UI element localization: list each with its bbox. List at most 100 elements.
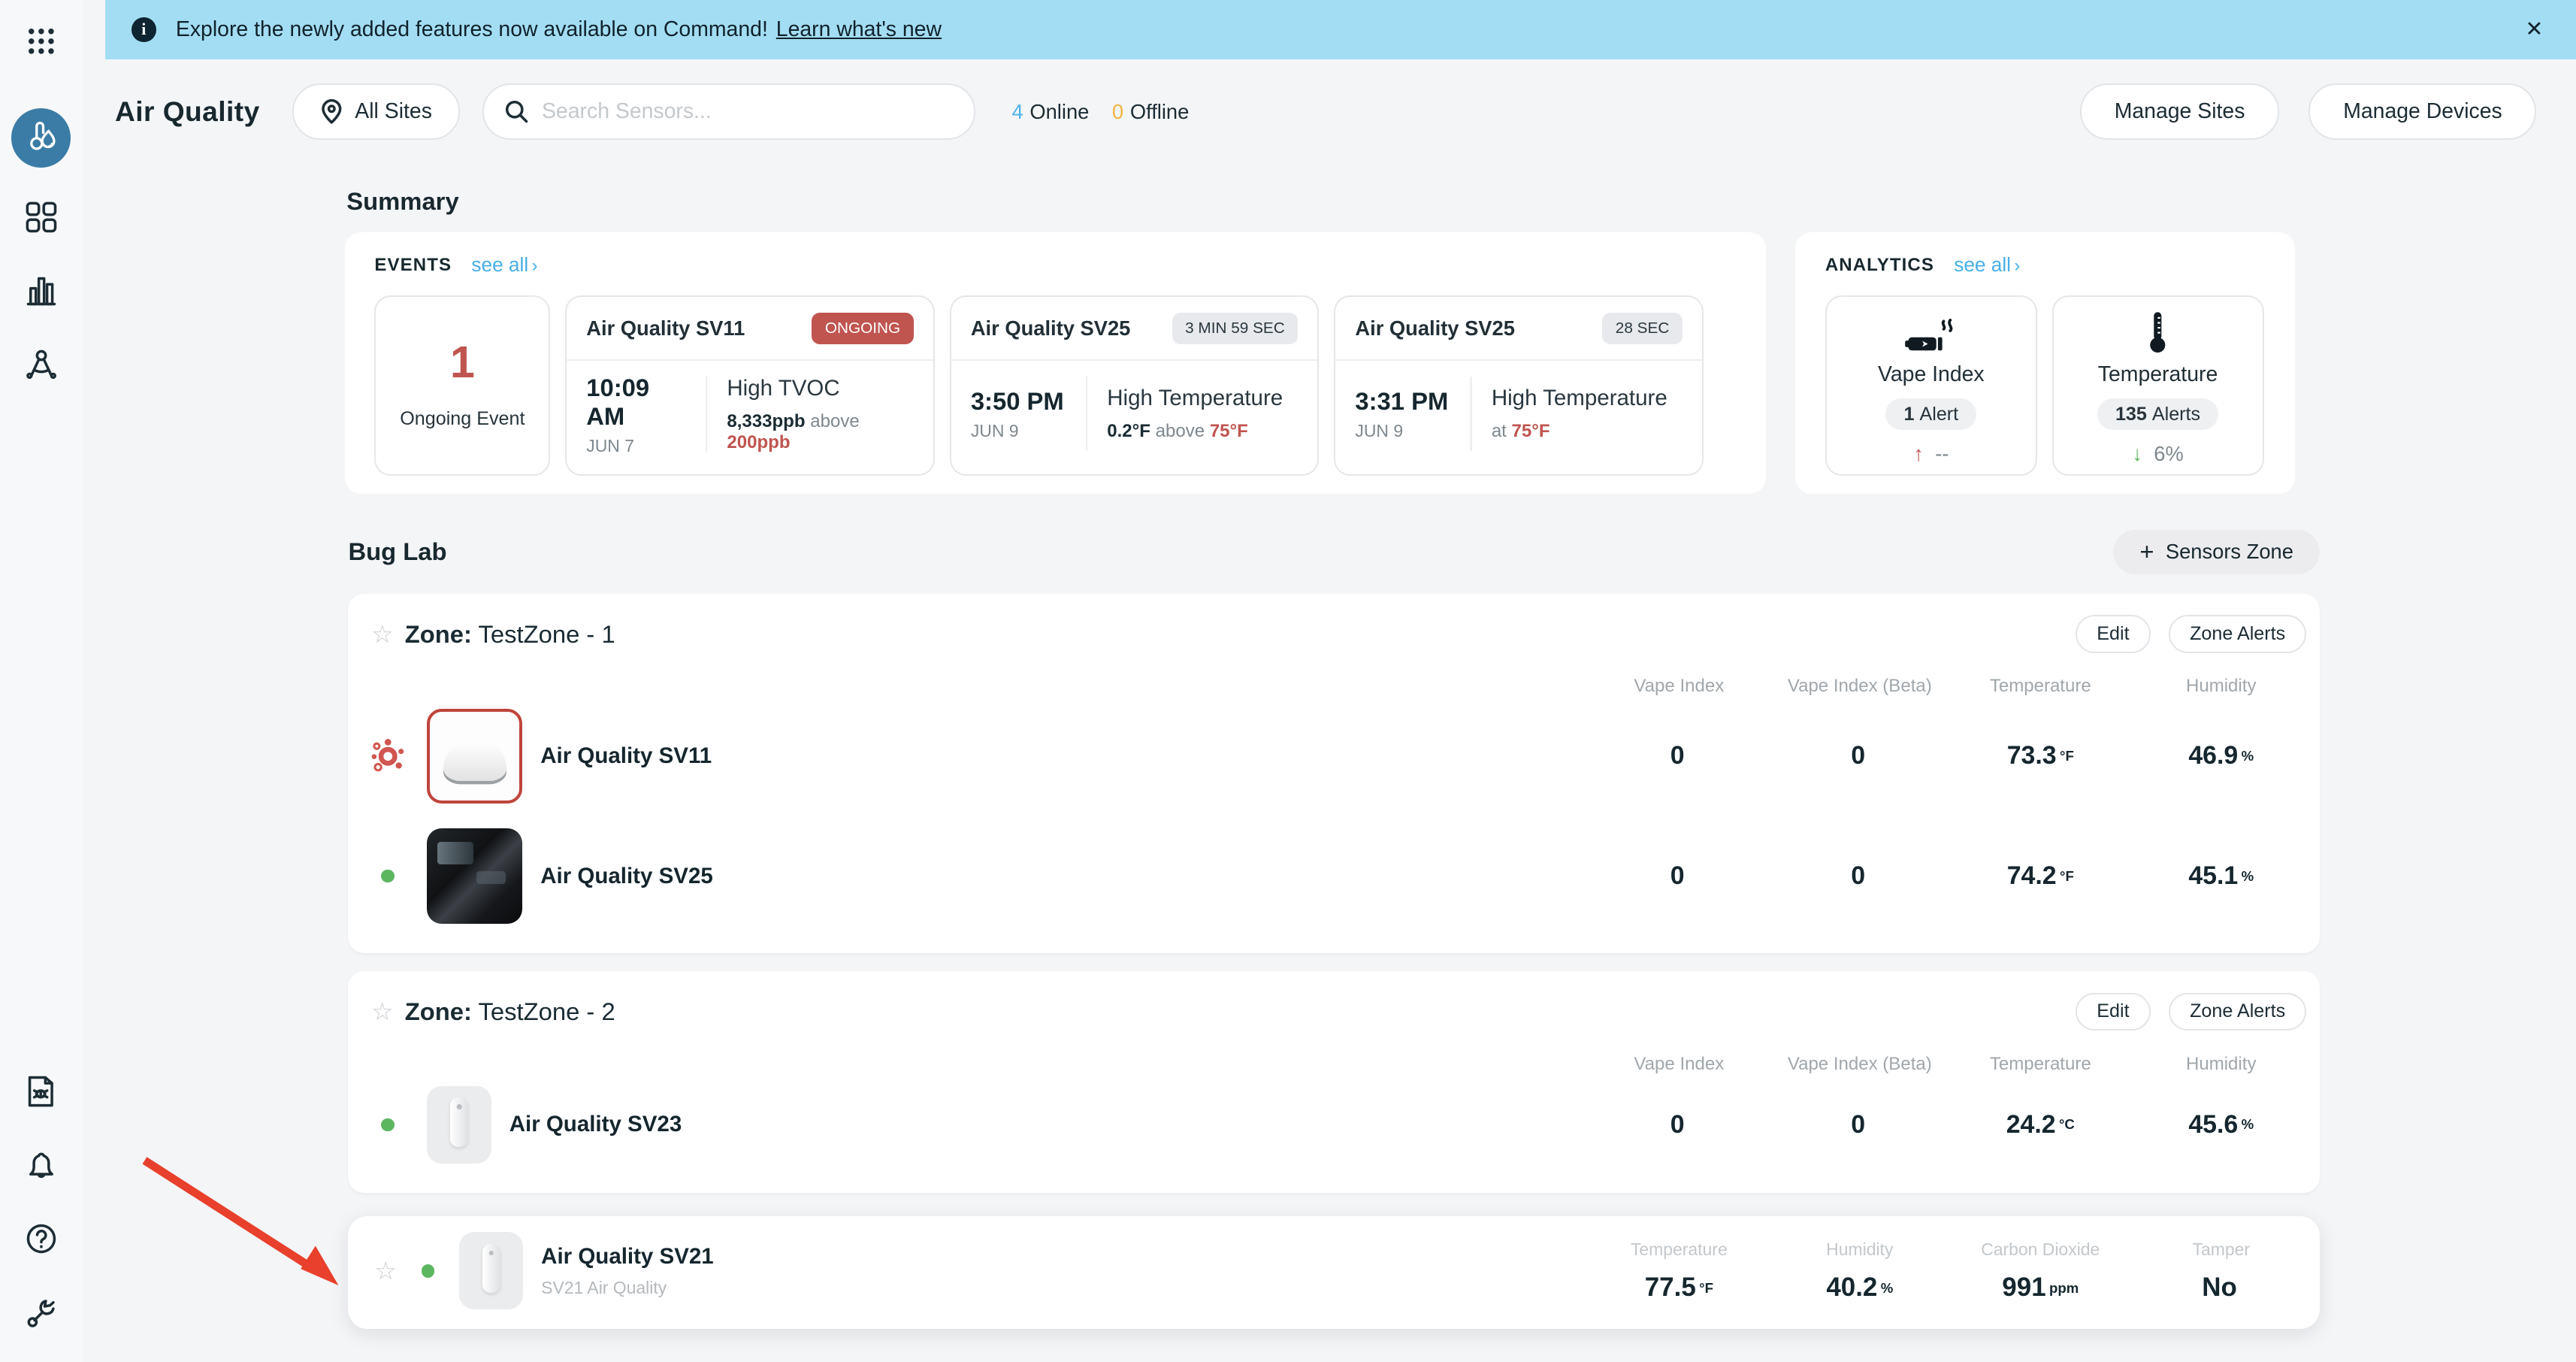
thermometer-icon (2146, 313, 2169, 356)
analytics-see-all-link[interactable]: see all› (1954, 253, 2020, 277)
device-row-sv21-highlighted[interactable]: ☆ Air Quality SV21 SV21 Air Quality Temp… (348, 1216, 2319, 1330)
apps-grid-icon-glyph (25, 25, 58, 58)
event-card-body: 3:50 PM JUN 9 High Temperature 0.2°F abo… (951, 361, 1318, 474)
search-icon (504, 99, 529, 124)
sidebar-item-analytics[interactable] (17, 266, 66, 316)
device-metrics: 0 0 74.2°F 45.1% (1589, 861, 2311, 891)
metric-value: 0 (1589, 1110, 1769, 1140)
zone-title: Zone: TestZone - 1 (405, 620, 615, 649)
event-time: 10:09 AM JUN 7 (586, 374, 686, 456)
device-subtitle: SV21 Air Quality (541, 1278, 714, 1298)
sidebar-item-settings[interactable] (17, 1288, 66, 1338)
metric-value: 0 (1770, 741, 1950, 770)
analytics-cards: Vape Index 1 Alert ↑-- (1825, 295, 2266, 476)
ongoing-event-counter-card[interactable]: 1 Ongoing Event (374, 295, 550, 476)
zone-edit-button[interactable]: Edit (2076, 615, 2151, 652)
zone-alerts-button[interactable]: Zone Alerts (2169, 615, 2307, 652)
event-card[interactable]: Air Quality SV25 3 MIN 59 SEC 3:50 PM JU… (950, 295, 1320, 476)
sidebar-item-design[interactable] (17, 340, 66, 389)
page-title: Air Quality (115, 95, 260, 128)
column-header: Vape Index (1589, 1054, 1769, 1075)
device-row-sv25[interactable]: Air Quality SV25 0 0 74.2°F 45.1% (348, 817, 2319, 937)
header-actions: Manage Sites Manage Devices (2080, 83, 2537, 139)
star-icon[interactable]: ☆ (374, 1257, 396, 1285)
metric-value: 0 (1770, 1110, 1950, 1140)
column-header: Temperature (1950, 1054, 2130, 1075)
metric-value: 73.3°F (1950, 741, 2130, 770)
sidebar-item-air-quality-selected[interactable] (11, 108, 71, 168)
site-section-header: Bug Lab + Sensors Zone (348, 530, 2319, 574)
info-icon: i (132, 17, 156, 42)
divider (706, 377, 707, 452)
add-sensors-zone-button[interactable]: + Sensors Zone (2113, 530, 2319, 574)
manage-sites-button[interactable]: Manage Sites (2080, 83, 2279, 139)
chevron-right-icon: › (532, 256, 538, 276)
location-pin-icon (320, 98, 343, 125)
trend-indicator: ↓6% (2132, 442, 2183, 466)
zone-title: Zone: TestZone - 2 (405, 997, 615, 1026)
wrench-icon (24, 1296, 59, 1330)
event-time: 3:50 PM JUN 9 (971, 387, 1066, 441)
device-status (348, 870, 427, 882)
device-metrics: 0 0 24.2°C 45.6% (1589, 1110, 2311, 1140)
event-card[interactable]: Air Quality SV25 28 SEC 3:31 PM JUN 9 Hi… (1334, 295, 1704, 476)
sidebar-item-dashboard[interactable] (17, 192, 66, 242)
event-card[interactable]: Air Quality SV11 ONGOING 10:09 AM JUN 7 … (565, 295, 935, 476)
device-name: Air Quality SV25 (540, 864, 713, 889)
event-detail: High Temperature 0.2°F above 75°F (1107, 386, 1283, 442)
alert-count-badge: 1 Alert (1885, 398, 1976, 430)
events-label: EVENTS (374, 255, 452, 276)
device-row-sv23[interactable]: Air Quality SV23 0 0 24.2°C 45.6% (348, 1075, 2319, 1177)
dashboard-icon (24, 200, 59, 235)
event-detail: High Temperature at 75°F (1492, 386, 1667, 442)
star-icon[interactable]: ☆ (371, 997, 393, 1026)
ongoing-event-count: 1 (450, 340, 475, 385)
event-duration-badge: 3 MIN 59 SEC (1172, 313, 1299, 344)
analytics-metric-name: Temperature (2098, 362, 2218, 387)
vape-icon (1903, 313, 1959, 356)
zone-actions: Edit Zone Alerts (2076, 993, 2306, 1031)
vape-index-card[interactable]: Vape Index 1 Alert ↑-- (1825, 295, 2037, 476)
device-row-sv11[interactable]: Air Quality SV11 0 0 73.3°F 46.9% (348, 697, 2319, 817)
manage-devices-button[interactable]: Manage Devices (2308, 83, 2536, 139)
offline-count: 0Offline (1112, 100, 1189, 124)
analytics-panel-head: ANALYTICS see all› (1825, 253, 2266, 277)
column-header: Temperature (1950, 676, 2130, 697)
metric-value: 74.2°F (1950, 861, 2130, 891)
device-status (348, 1118, 427, 1131)
event-card-body: 3:31 PM JUN 9 High Temperature at 75°F (1335, 361, 1702, 474)
site-filter-button[interactable]: All Sites (292, 83, 459, 139)
zone-edit-button[interactable]: Edit (2076, 993, 2151, 1031)
device-thumbnail (427, 709, 522, 804)
learn-whats-new-link[interactable]: Learn what's new (776, 17, 942, 42)
main-content: Air Quality All Sites (82, 59, 2576, 1362)
column-header: Humidity (2131, 676, 2311, 697)
zone-header: ☆ Zone: TestZone - 2 Edit Zone Alerts (348, 971, 2319, 1031)
online-status-dot (422, 1264, 434, 1277)
trend-indicator: ↑-- (1913, 442, 1949, 466)
metric: Carbon Dioxide991ppm (1950, 1239, 2130, 1303)
events-see-all-link[interactable]: see all› (471, 253, 537, 277)
sidebar-item-help[interactable] (17, 1215, 66, 1264)
plus-icon: + (2139, 540, 2154, 564)
online-status-dot (381, 1118, 394, 1131)
star-icon[interactable]: ☆ (371, 620, 393, 649)
temperature-card[interactable]: Temperature 135 Alerts ↓6% (2052, 295, 2264, 476)
sidebar-item-notifications[interactable] (17, 1140, 66, 1190)
close-icon[interactable]: ✕ (2515, 14, 2553, 46)
sidebar-item-bug-report[interactable] (17, 1067, 66, 1116)
summary-heading: Summary (346, 187, 2576, 216)
divider (1470, 377, 1471, 451)
analytics-metric-name: Vape Index (1878, 362, 1985, 387)
event-device-name: Air Quality SV11 (586, 316, 745, 340)
air-quality-dashboard: i Explore the newly added features now a… (0, 0, 2576, 1362)
zone-alerts-button[interactable]: Zone Alerts (2169, 993, 2307, 1031)
metric-value: 0 (1770, 861, 1950, 891)
device-thumbnail (427, 828, 522, 924)
column-header: Humidity (2131, 1054, 2311, 1075)
apps-grid-icon[interactable] (17, 17, 66, 66)
device-status (348, 737, 427, 776)
search-input[interactable] (542, 99, 954, 124)
analytics-panel: ANALYTICS see all› (1795, 232, 2295, 494)
column-header: Vape Index (Beta) (1770, 676, 1950, 697)
